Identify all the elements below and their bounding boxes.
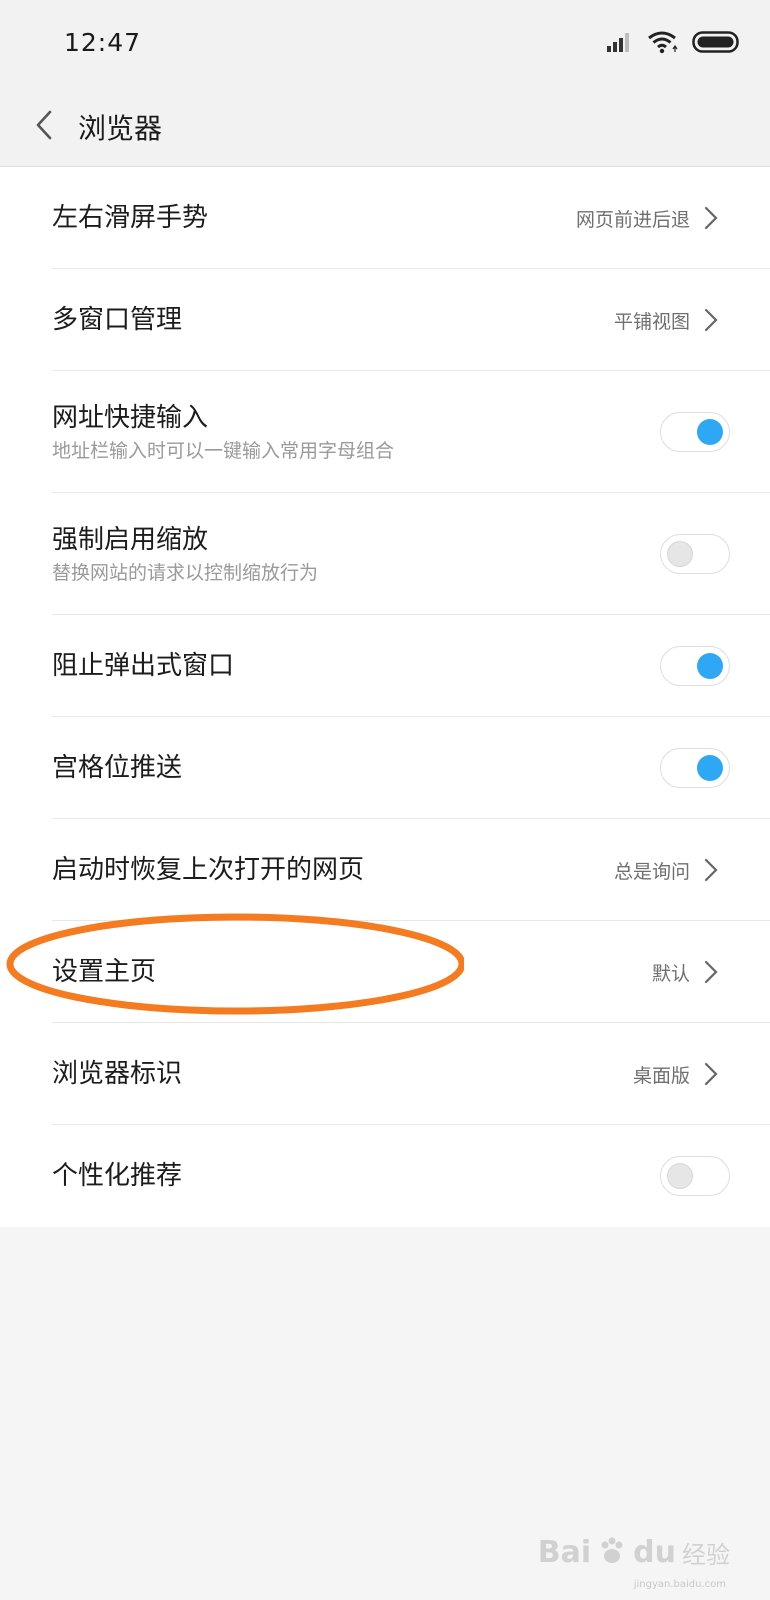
status-time: 12:47 <box>64 28 142 57</box>
toggle-knob <box>697 653 723 679</box>
setting-title: 左右滑屏手势 <box>52 203 209 233</box>
setting-multi-window[interactable]: 多窗口管理 平铺视图 <box>0 269 770 371</box>
toggle-knob <box>667 1163 693 1189</box>
watermark-cn: 经验 <box>682 1541 730 1569</box>
setting-value: 总是询问 <box>613 860 690 883</box>
watermark-brand: Bai <box>537 1535 592 1570</box>
setting-force-zoom: 强制启用缩放 替换网站的请求以控制缩放行为 <box>0 493 770 615</box>
toggle-knob <box>667 541 693 567</box>
chevron-right-icon <box>704 1062 718 1086</box>
header: 浏览器 <box>0 90 770 167</box>
setting-personalized-recommend: 个性化推荐 <box>0 1125 770 1227</box>
chevron-right-icon <box>704 308 718 332</box>
setting-title: 宫格位推送 <box>52 753 183 783</box>
setting-block-popups: 阻止弹出式窗口 <box>0 615 770 717</box>
setting-grid-push: 宫格位推送 <box>0 717 770 819</box>
setting-value: 网页前进后退 <box>575 208 690 231</box>
setting-value: 默认 <box>651 962 690 985</box>
setting-swipe-gesture[interactable]: 左右滑屏手势 网页前进后退 <box>0 167 770 269</box>
signal-icon <box>606 31 632 57</box>
setting-homepage[interactable]: 设置主页 默认 <box>0 921 770 1023</box>
setting-title: 个性化推荐 <box>52 1161 183 1191</box>
status-bar: 12:47 <box>0 0 770 90</box>
battery-icon <box>692 30 742 58</box>
setting-title: 浏览器标识 <box>52 1059 183 1089</box>
setting-url-shortcut: 网址快捷输入 地址栏输入时可以一键输入常用字母组合 <box>0 371 770 493</box>
toggle-switch[interactable] <box>660 748 730 788</box>
wifi-icon <box>646 29 678 59</box>
chevron-right-icon <box>704 960 718 984</box>
back-button[interactable] <box>24 104 64 150</box>
toggle-switch[interactable] <box>660 412 730 452</box>
toggle-switch[interactable] <box>660 1156 730 1196</box>
setting-user-agent[interactable]: 浏览器标识 桌面版 <box>0 1023 770 1125</box>
setting-title: 多窗口管理 <box>52 305 183 335</box>
setting-title: 设置主页 <box>52 957 157 987</box>
setting-title: 阻止弹出式窗口 <box>52 651 235 681</box>
setting-value: 平铺视图 <box>613 310 690 333</box>
watermark-brand2: du <box>633 1535 676 1570</box>
toggle-knob <box>697 419 723 445</box>
setting-title: 启动时恢复上次打开的网页 <box>52 855 365 885</box>
toggle-knob <box>697 755 723 781</box>
watermark-url: jingyan.baidu.com <box>633 1579 726 1590</box>
setting-value: 桌面版 <box>632 1064 690 1087</box>
chevron-right-icon <box>704 206 718 230</box>
settings-list: 左右滑屏手势 网页前进后退 多窗口管理 平铺视图 网址快捷输入 地址栏输入时可以… <box>0 167 770 1227</box>
setting-restore-pages[interactable]: 启动时恢复上次打开的网页 总是询问 <box>0 819 770 921</box>
chevron-left-icon <box>35 110 53 144</box>
toggle-switch[interactable] <box>660 534 730 574</box>
setting-subtitle: 替换网站的请求以控制缩放行为 <box>52 562 319 584</box>
toggle-switch[interactable] <box>660 646 730 686</box>
chevron-right-icon <box>704 858 718 882</box>
paw-icon <box>597 1536 627 1570</box>
setting-subtitle: 地址栏输入时可以一键输入常用字母组合 <box>52 440 395 462</box>
status-icons <box>606 30 742 58</box>
baidu-watermark: Bai du 经验 <box>538 1535 730 1570</box>
page-title: 浏览器 <box>78 112 163 145</box>
setting-title: 网址快捷输入 <box>52 403 209 433</box>
setting-title: 强制启用缩放 <box>52 525 209 555</box>
